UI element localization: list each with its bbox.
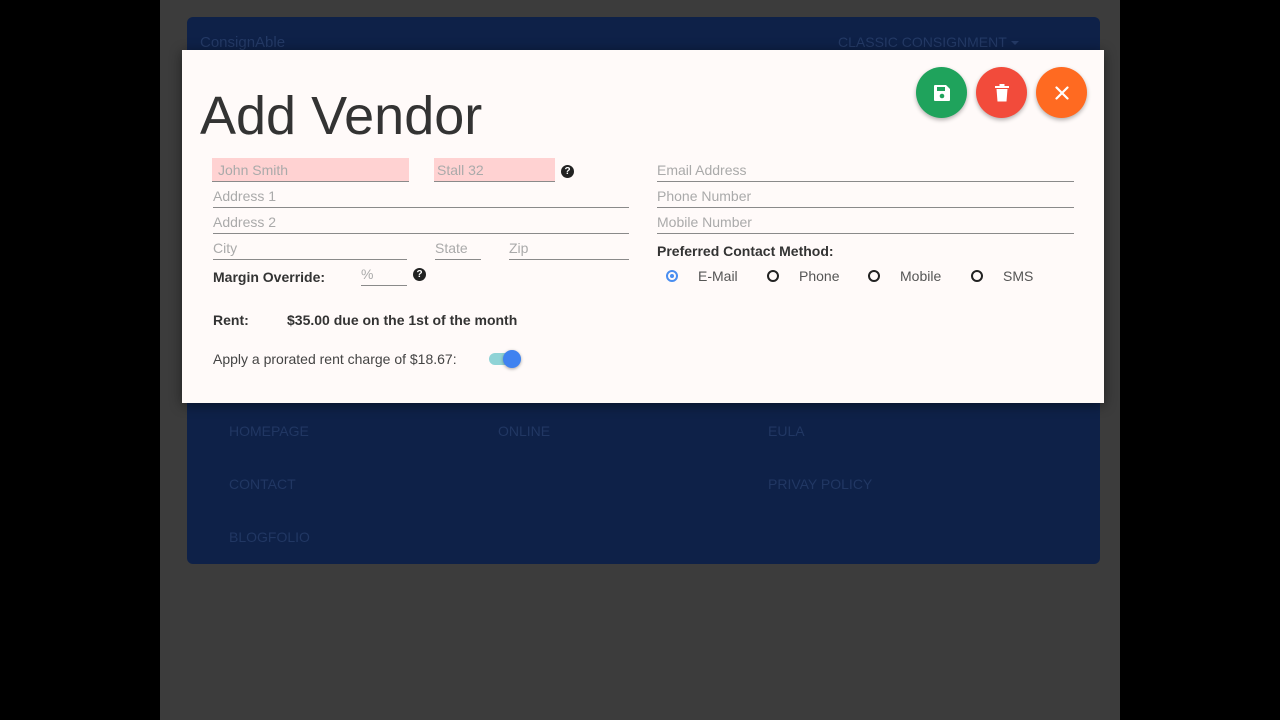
contact-radio-email[interactable]: E-Mail	[666, 268, 738, 284]
vendor-name-field[interactable]	[212, 158, 415, 182]
store-menu-label: CLASSIC CONSIGNMENT	[838, 34, 1007, 50]
contact-radio-label: SMS	[1003, 268, 1034, 284]
prorate-toggle[interactable]	[489, 349, 523, 369]
phone-input[interactable]	[657, 184, 1074, 207]
footer-link-eula[interactable]: EULA	[768, 423, 805, 439]
rent-value: $35.00 due on the 1st of the month	[287, 312, 518, 328]
address1-input[interactable]	[213, 184, 629, 207]
state-input[interactable]	[435, 236, 481, 259]
email-field[interactable]	[657, 158, 1074, 182]
contact-radio-sms[interactable]: SMS	[971, 268, 1033, 284]
delete-button[interactable]	[976, 67, 1027, 118]
contact-radio-mobile[interactable]: Mobile	[868, 268, 941, 284]
footer-link-online[interactable]: ONLINE	[498, 423, 550, 439]
contact-radio-label: Mobile	[900, 268, 942, 284]
save-button[interactable]	[916, 67, 967, 118]
zip-field[interactable]	[509, 236, 629, 260]
toggle-knob	[503, 350, 521, 368]
rent-label: Rent:	[213, 312, 249, 328]
stall-field[interactable]	[434, 158, 558, 182]
mobile-field[interactable]	[657, 210, 1074, 234]
address1-field[interactable]	[213, 184, 629, 208]
radio-unselected-icon	[868, 270, 880, 282]
save-icon	[933, 84, 951, 102]
stall-help-icon[interactable]: ?	[561, 165, 574, 178]
trash-icon	[994, 83, 1010, 102]
email-input[interactable]	[657, 158, 1074, 181]
stall-input[interactable]	[434, 158, 558, 181]
prorate-label: Apply a prorated rent charge of $18.67:	[213, 351, 457, 367]
margin-field[interactable]	[361, 262, 407, 286]
zip-input[interactable]	[509, 236, 629, 259]
footer-link-homepage[interactable]: HOMEPAGE	[229, 423, 309, 439]
contact-radio-label: Phone	[799, 268, 840, 284]
modal-title: Add Vendor	[200, 86, 483, 146]
brand-logo[interactable]: ConsignAble	[200, 34, 285, 51]
chevron-down-icon	[1010, 41, 1019, 46]
contact-radio-phone[interactable]: Phone	[767, 268, 839, 284]
footer-link-privacy[interactable]: PRIVAY POLICY	[768, 476, 872, 492]
close-button[interactable]	[1036, 67, 1087, 118]
radio-selected-icon	[666, 270, 678, 282]
city-input[interactable]	[213, 236, 407, 259]
phone-field[interactable]	[657, 184, 1074, 208]
mobile-input[interactable]	[657, 210, 1074, 233]
margin-help-icon[interactable]: ?	[413, 268, 426, 281]
address2-input[interactable]	[213, 210, 629, 233]
city-field[interactable]	[213, 236, 407, 260]
radio-unselected-icon	[971, 270, 983, 282]
address2-field[interactable]	[213, 210, 629, 234]
vendor-name-input[interactable]	[212, 158, 415, 181]
contact-radio-label: E-Mail	[698, 268, 738, 284]
margin-override-label: Margin Override:	[213, 269, 326, 285]
radio-unselected-icon	[767, 270, 779, 282]
close-icon	[1054, 85, 1069, 100]
footer-link-contact[interactable]: CONTACT	[229, 476, 296, 492]
state-field[interactable]	[435, 236, 481, 260]
footer-link-blogfolio[interactable]: BLOGFOLIO	[229, 529, 310, 545]
margin-input[interactable]	[361, 262, 407, 285]
contact-method-label: Preferred Contact Method:	[657, 243, 834, 259]
store-menu[interactable]: CLASSIC CONSIGNMENT	[838, 34, 1019, 50]
